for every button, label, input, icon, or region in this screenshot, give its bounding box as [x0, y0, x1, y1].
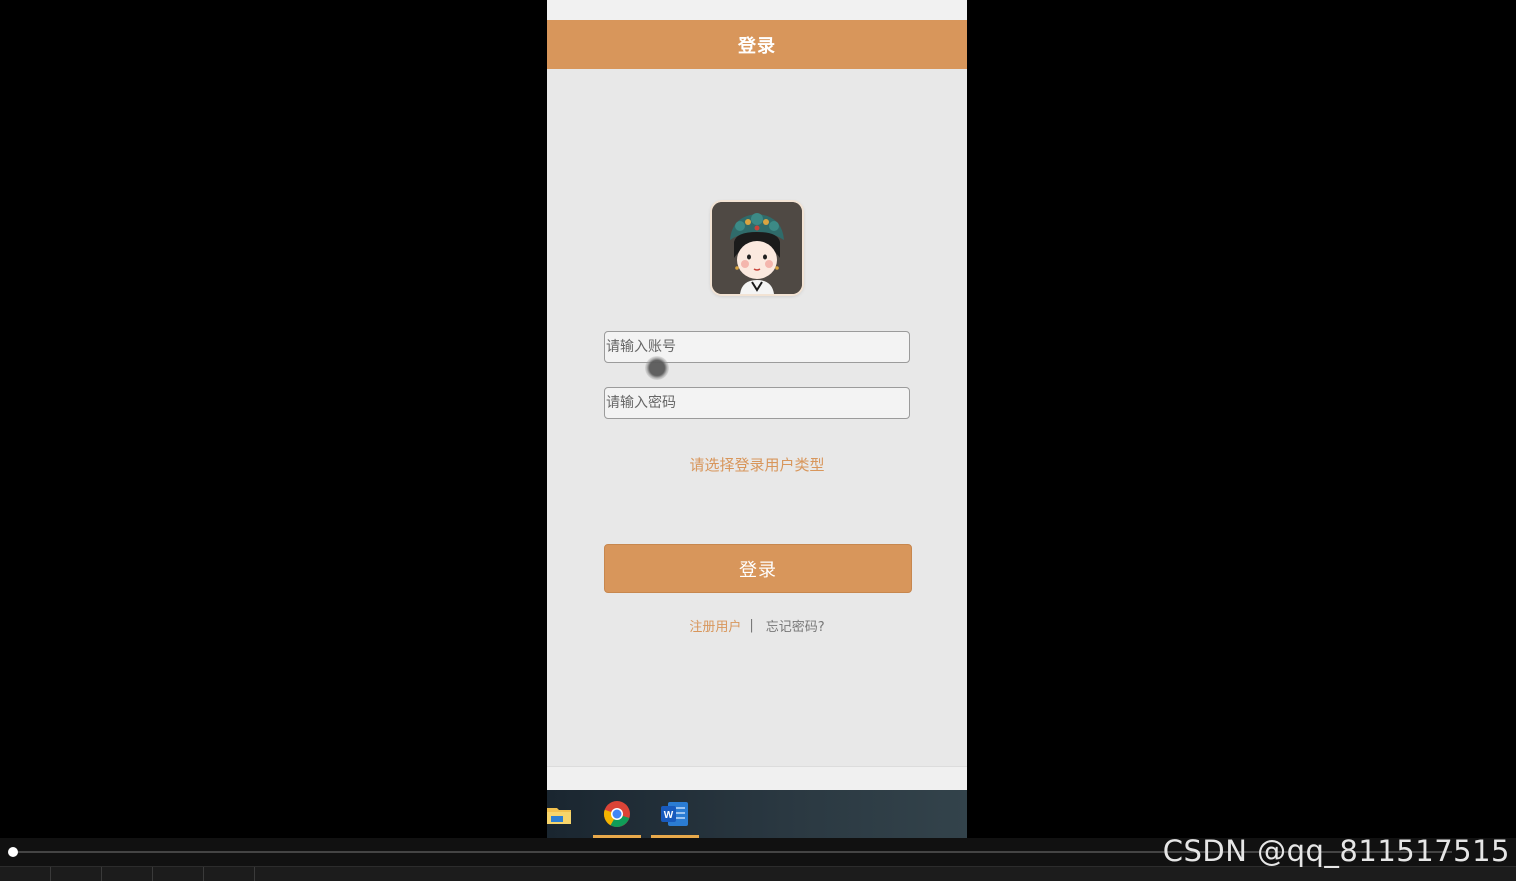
svg-text:W: W: [664, 810, 674, 821]
status-strip: [547, 0, 967, 20]
video-progress-knob[interactable]: [8, 847, 18, 857]
header-bar: 登录: [547, 20, 967, 69]
control-segment[interactable]: [0, 867, 51, 881]
watermark: CSDN @qq_811517515: [1162, 834, 1510, 868]
bottom-bar: [547, 766, 967, 790]
control-row: [0, 866, 1516, 881]
register-link[interactable]: 注册用户: [689, 616, 741, 635]
word-icon[interactable]: W: [660, 800, 688, 828]
file-explorer-icon[interactable]: [547, 800, 575, 828]
control-segment[interactable]: [203, 867, 255, 881]
forgot-password-link[interactable]: 忘记密码?: [766, 616, 825, 635]
control-segment[interactable]: [50, 867, 102, 881]
link-separator: |: [749, 618, 754, 633]
password-input[interactable]: [604, 387, 910, 419]
user-type-selector[interactable]: 请选择登录用户类型: [547, 454, 967, 475]
avatar: [712, 202, 802, 294]
login-button[interactable]: 登录: [604, 544, 912, 593]
mobile-app-frame: 登录 请输入账号 请选择登录用户类型 登录 注册用户 | 忘记密码?: [547, 0, 967, 790]
page-title: 登录: [738, 35, 776, 57]
avatar-illustration: [712, 202, 802, 294]
control-segment[interactable]: [152, 867, 204, 881]
touch-cursor-indicator: [645, 356, 669, 380]
taskbar: W: [547, 790, 967, 838]
chrome-icon[interactable]: [603, 800, 631, 828]
auth-links: 注册用户 | 忘记密码?: [547, 616, 967, 635]
control-segment[interactable]: [101, 867, 153, 881]
